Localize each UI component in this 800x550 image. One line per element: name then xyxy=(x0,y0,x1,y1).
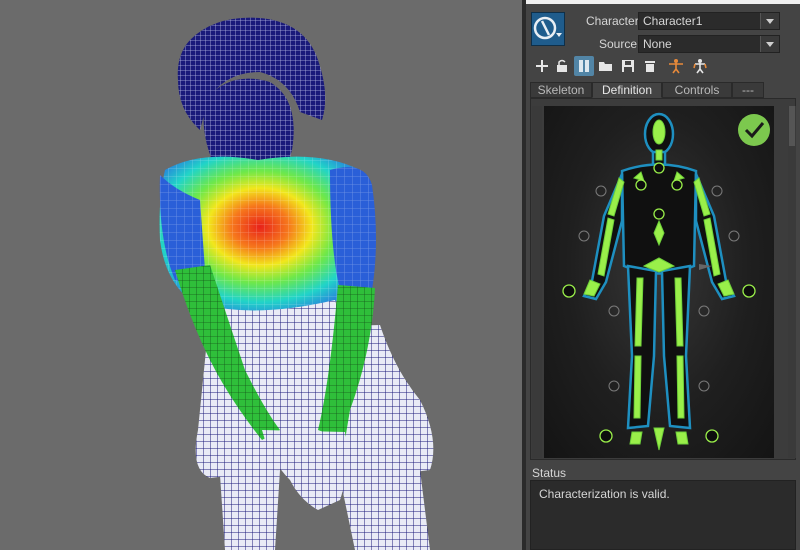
plus-icon[interactable] xyxy=(532,56,552,76)
character-mesh xyxy=(159,17,434,550)
folder-open-icon[interactable] xyxy=(596,56,616,76)
tab-skeleton[interactable]: Skeleton xyxy=(530,82,592,98)
tab-bar: Skeleton Definition Controls --- xyxy=(530,82,796,98)
tpose-icon[interactable] xyxy=(666,56,686,76)
humanik-panel: Character: Character1 Source: None Skele… xyxy=(526,0,800,550)
character-dropdown[interactable]: Character1 xyxy=(638,12,780,30)
source-dropdown-value: None xyxy=(643,37,672,51)
source-dropdown[interactable]: None xyxy=(638,35,780,53)
status-label: Status xyxy=(532,466,567,480)
character-dropdown-value: Character1 xyxy=(643,14,703,28)
definition-mode-icon[interactable] xyxy=(574,56,594,76)
status-box: Characterization is valid. xyxy=(530,480,796,550)
valid-check-icon xyxy=(738,114,770,146)
definition-view[interactable] xyxy=(544,106,774,458)
vertical-scrollbar[interactable] xyxy=(788,106,796,458)
panel-top-strip xyxy=(526,0,800,4)
chevron-down-icon xyxy=(760,13,779,29)
toolbar xyxy=(530,56,796,78)
source-label: Source: xyxy=(599,37,641,51)
trash-icon[interactable] xyxy=(640,56,660,76)
lock-icon[interactable] xyxy=(552,56,572,76)
humanik-logo-icon[interactable] xyxy=(531,12,565,46)
save-icon[interactable] xyxy=(618,56,638,76)
tab-controls[interactable]: Controls xyxy=(662,82,732,98)
skeleton-figure xyxy=(562,112,770,451)
stance-icon[interactable] xyxy=(690,56,710,76)
status-message: Characterization is valid. xyxy=(539,487,670,501)
chevron-down-icon xyxy=(760,36,779,52)
viewport-3d[interactable] xyxy=(0,0,522,550)
tab-definition[interactable]: Definition xyxy=(592,82,662,98)
tab-more[interactable]: --- xyxy=(732,82,764,98)
character-label: Character: xyxy=(586,14,643,28)
left-scroll-strip xyxy=(532,106,542,458)
